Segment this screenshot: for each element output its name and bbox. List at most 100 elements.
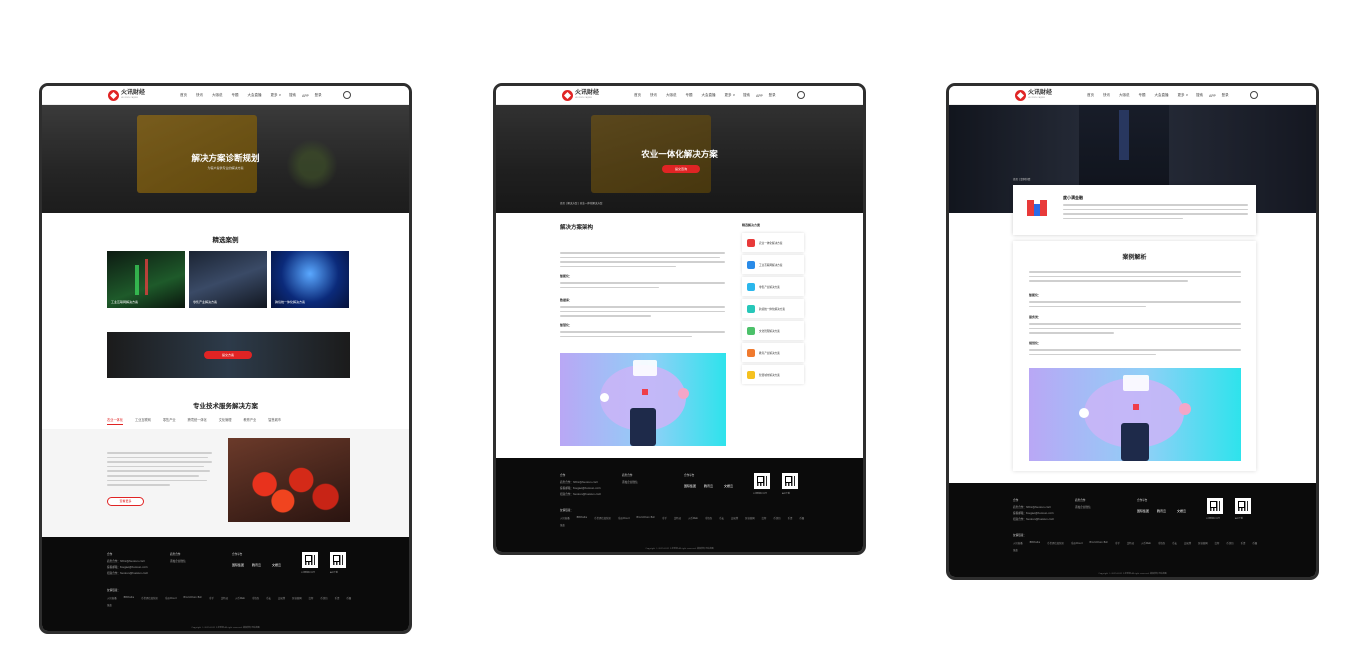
user-icon[interactable] xyxy=(343,91,351,99)
login-link[interactable]: 登录 xyxy=(769,93,776,98)
sidebar-item[interactable]: 零售产业解决方案 xyxy=(742,277,804,296)
nav-item-home[interactable]: 首页 xyxy=(180,93,187,98)
friend-link[interactable]: 币圈 xyxy=(346,596,351,600)
friend-link[interactable]: 交易所 xyxy=(731,516,738,520)
friend-link[interactable]: 币圈 xyxy=(1252,541,1257,545)
friend-link[interactable]: 币资 xyxy=(788,516,793,520)
friend-link[interactable]: 火币Web xyxy=(235,596,245,600)
breadcrumb[interactable]: 首页 | 解决方案 | 农业一体化解决方案 xyxy=(560,201,602,205)
case-card[interactable]: 工业互联网解决方案 xyxy=(107,251,185,308)
friend-link[interactable]: 比特 xyxy=(1215,541,1220,545)
search-link[interactable]: 搜索 xyxy=(289,93,296,98)
app-link[interactable]: APP xyxy=(1209,94,1216,98)
friend-link[interactable]: 区块链网 xyxy=(292,596,302,600)
view-more-button[interactable]: 查看更多 xyxy=(107,497,144,506)
login-link[interactable]: 登录 xyxy=(315,93,322,98)
friend-link[interactable]: 币世界信息快讯 xyxy=(594,516,611,520)
brand-name[interactable]: 火讯财经 xyxy=(121,89,145,96)
friend-link[interactable]: BBCtalks xyxy=(1030,541,1041,545)
footer-contact[interactable]: 招商合作：huoxun@huoxun.com xyxy=(560,492,601,496)
brand-name[interactable]: 火讯财经 xyxy=(1028,89,1052,96)
friend-link[interactable]: 币钱包 xyxy=(252,596,259,600)
brand-logo-icon[interactable] xyxy=(1015,90,1026,101)
breadcrumb[interactable]: 首页 | 案例详情 xyxy=(1013,177,1030,181)
friend-link[interactable]: 币资 xyxy=(335,596,340,600)
nav-item-more[interactable]: 更多 ∨ xyxy=(271,93,282,98)
friend-link[interactable]: 币世界信息快讯 xyxy=(1047,541,1064,545)
friend-link[interactable]: 链盒 xyxy=(107,603,112,607)
friend-link[interactable]: 比特派 xyxy=(221,596,228,600)
app-link[interactable]: APP xyxy=(302,94,309,98)
user-icon[interactable] xyxy=(797,91,805,99)
friend-link[interactable]: 区块链网 xyxy=(1198,541,1208,545)
friend-link[interactable]: BlockChain Bsh xyxy=(637,516,655,520)
footer-contact[interactable]: 招商合作：huoxun@huoxun.com xyxy=(1013,517,1054,521)
nav-item-live[interactable]: 大会直播 xyxy=(248,93,262,98)
footer-contact[interactable]: 投稿邮箱：tougao@huoxun.com xyxy=(560,486,601,490)
footer-contact[interactable]: 招商合作：huoxun@huoxun.com xyxy=(107,571,148,575)
nav-item-news[interactable]: 快讯 xyxy=(1103,93,1110,98)
sidebar-item[interactable]: 工业互联网解决方案 xyxy=(742,255,804,274)
friend-link[interactable]: 交易所 xyxy=(1184,541,1191,545)
nav-item-topic[interactable]: 专题 xyxy=(232,93,239,98)
friend-link[interactable]: 比特派 xyxy=(1127,541,1134,545)
friend-link[interactable]: 火讯直播 xyxy=(560,516,570,520)
friend-link[interactable]: 币钱包 xyxy=(773,516,780,520)
brand-logo-icon[interactable] xyxy=(562,90,573,101)
tab-industrial[interactable]: 工业互联网 xyxy=(135,417,151,425)
nav-item-news[interactable]: 快讯 xyxy=(650,93,657,98)
friend-link[interactable]: 区块链网 xyxy=(745,516,755,520)
friend-link[interactable]: 币圈 xyxy=(799,516,804,520)
footer-contact[interactable]: 商务合作：hhhx@huoxun.com xyxy=(107,559,145,563)
sidebar-item[interactable]: 农业一体化解决方案 xyxy=(742,233,804,252)
sidebar-item[interactable]: 跨境统一体化解决方案 xyxy=(742,299,804,318)
friend-link[interactable]: 火币Web xyxy=(1141,541,1151,545)
tab-retail[interactable]: 零售产业 xyxy=(163,417,176,425)
friend-link[interactable]: 币安 xyxy=(1172,541,1177,545)
friend-link[interactable]: 币安 xyxy=(719,516,724,520)
friend-link[interactable]: BlockChain Bsh xyxy=(1090,541,1108,545)
friend-link[interactable]: 币乎 xyxy=(662,516,667,520)
friend-link[interactable]: 币钱包 xyxy=(705,516,712,520)
friend-link[interactable]: 链盒 xyxy=(560,523,565,527)
tab-education[interactable]: 教育产业 xyxy=(244,417,257,425)
search-link[interactable]: 搜索 xyxy=(743,93,750,98)
brand-logo-icon[interactable] xyxy=(108,90,119,101)
tab-agriculture[interactable]: 农业一体化 xyxy=(107,417,123,425)
footer-contact[interactable]: 商务合作：hhhx@huoxun.com xyxy=(560,480,598,484)
friend-link[interactable]: BBCtalks xyxy=(124,596,135,600)
friend-link[interactable]: 币谷Cloud xyxy=(165,596,177,600)
friend-link[interactable]: 火讯直播 xyxy=(107,596,117,600)
nav-item-topic[interactable]: 专题 xyxy=(1139,93,1146,98)
friend-link[interactable]: 币钱包 xyxy=(1226,541,1233,545)
friend-link[interactable]: 币钱包 xyxy=(320,596,327,600)
friend-link[interactable]: 币世界信息快讯 xyxy=(141,596,158,600)
app-link[interactable]: APP xyxy=(756,94,763,98)
nav-item-live[interactable]: 大会直播 xyxy=(1155,93,1169,98)
sidebar-item[interactable]: 智慧城市解决方案 xyxy=(742,365,804,384)
friend-link[interactable]: 链盒 xyxy=(1013,548,1018,552)
submit-plan-button[interactable]: 提交方案 xyxy=(204,351,252,359)
friend-link[interactable]: 币钱包 xyxy=(1158,541,1165,545)
friend-link[interactable]: 火币Web xyxy=(688,516,698,520)
nav-item-news[interactable]: 快讯 xyxy=(196,93,203,98)
friend-link[interactable]: 币乎 xyxy=(209,596,214,600)
nav-item-more[interactable]: 更多 ∨ xyxy=(725,93,736,98)
nav-item-topic[interactable]: 专题 xyxy=(686,93,693,98)
footer-contact[interactable]: 商务合作：hhhx@huoxun.com xyxy=(1013,505,1051,509)
friend-link[interactable]: 币资 xyxy=(1241,541,1246,545)
nav-item-home[interactable]: 首页 xyxy=(634,93,641,98)
friend-link[interactable]: 币安 xyxy=(266,596,271,600)
nav-item-more[interactable]: 更多 ∨ xyxy=(1178,93,1189,98)
nav-item-live[interactable]: 大会直播 xyxy=(702,93,716,98)
nav-item-talk[interactable]: 大咖说 xyxy=(212,93,223,98)
nav-item-talk[interactable]: 大咖说 xyxy=(666,93,677,98)
sidebar-item[interactable]: 教育产业解决方案 xyxy=(742,343,804,362)
friend-link[interactable]: 火讯直播 xyxy=(1013,541,1023,545)
nav-item-home[interactable]: 首页 xyxy=(1087,93,1094,98)
friend-link[interactable]: 比特 xyxy=(762,516,767,520)
case-card[interactable]: 跨境统一体化解决方案 xyxy=(271,251,349,308)
login-link[interactable]: 登录 xyxy=(1222,93,1229,98)
friend-link[interactable]: BlockChain Bsh xyxy=(184,596,202,600)
footer-contact[interactable]: 投稿邮箱：tougao@huoxun.com xyxy=(107,565,148,569)
